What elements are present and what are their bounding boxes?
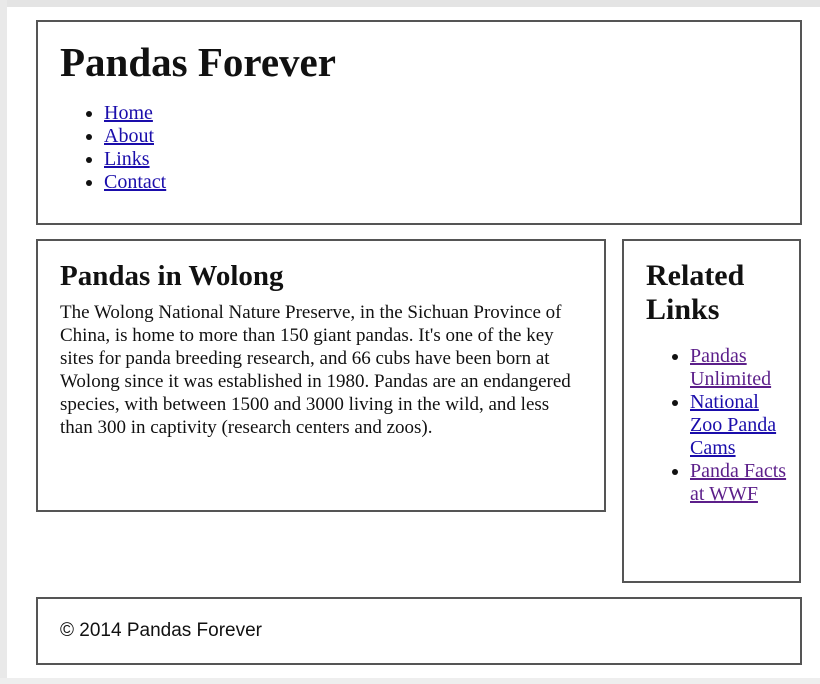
sidebar-title: Related Links — [646, 259, 745, 326]
window-frame-bottom — [0, 678, 820, 684]
related-links-sidebar: Related Links Pandas Unlimited National … — [622, 239, 801, 583]
nav-link-home[interactable]: Home — [104, 102, 153, 124]
related-item-national-zoo: National Zoo Panda Cams — [690, 391, 790, 460]
main-article: Pandas in Wolong The Wolong National Nat… — [36, 239, 606, 512]
related-item-pandas-unlimited: Pandas Unlimited — [690, 345, 790, 391]
site-footer: © 2014 Pandas Forever — [36, 597, 802, 665]
window-frame-left — [0, 0, 7, 684]
site-title: Pandas Forever — [60, 39, 336, 85]
window-frame-top — [0, 0, 820, 7]
nav-item-links: Links — [104, 148, 166, 171]
related-link-national-zoo-panda-cams[interactable]: National Zoo Panda Cams — [690, 391, 776, 459]
nav-link-contact[interactable]: Contact — [104, 171, 166, 193]
nav-link-about[interactable]: About — [104, 125, 154, 147]
nav-item-home: Home — [104, 102, 166, 125]
nav-item-contact: Contact — [104, 171, 166, 194]
article-title: Pandas in Wolong — [60, 260, 284, 292]
copyright-text: © 2014 Pandas Forever — [60, 620, 263, 641]
related-links-list: Pandas Unlimited National Zoo Panda Cams… — [690, 345, 790, 506]
main-nav: Home About Links Contact — [104, 102, 166, 194]
nav-link-links[interactable]: Links — [104, 148, 150, 170]
site-header: Pandas Forever Home About Links Contact — [36, 20, 802, 225]
nav-item-about: About — [104, 125, 166, 148]
article-body: The Wolong National Nature Preserve, in … — [60, 302, 571, 438]
related-link-panda-facts-wwf[interactable]: Panda Facts at WWF — [690, 460, 786, 505]
related-link-pandas-unlimited[interactable]: Pandas Unlimited — [690, 345, 771, 390]
related-item-wwf: Panda Facts at WWF — [690, 460, 790, 506]
